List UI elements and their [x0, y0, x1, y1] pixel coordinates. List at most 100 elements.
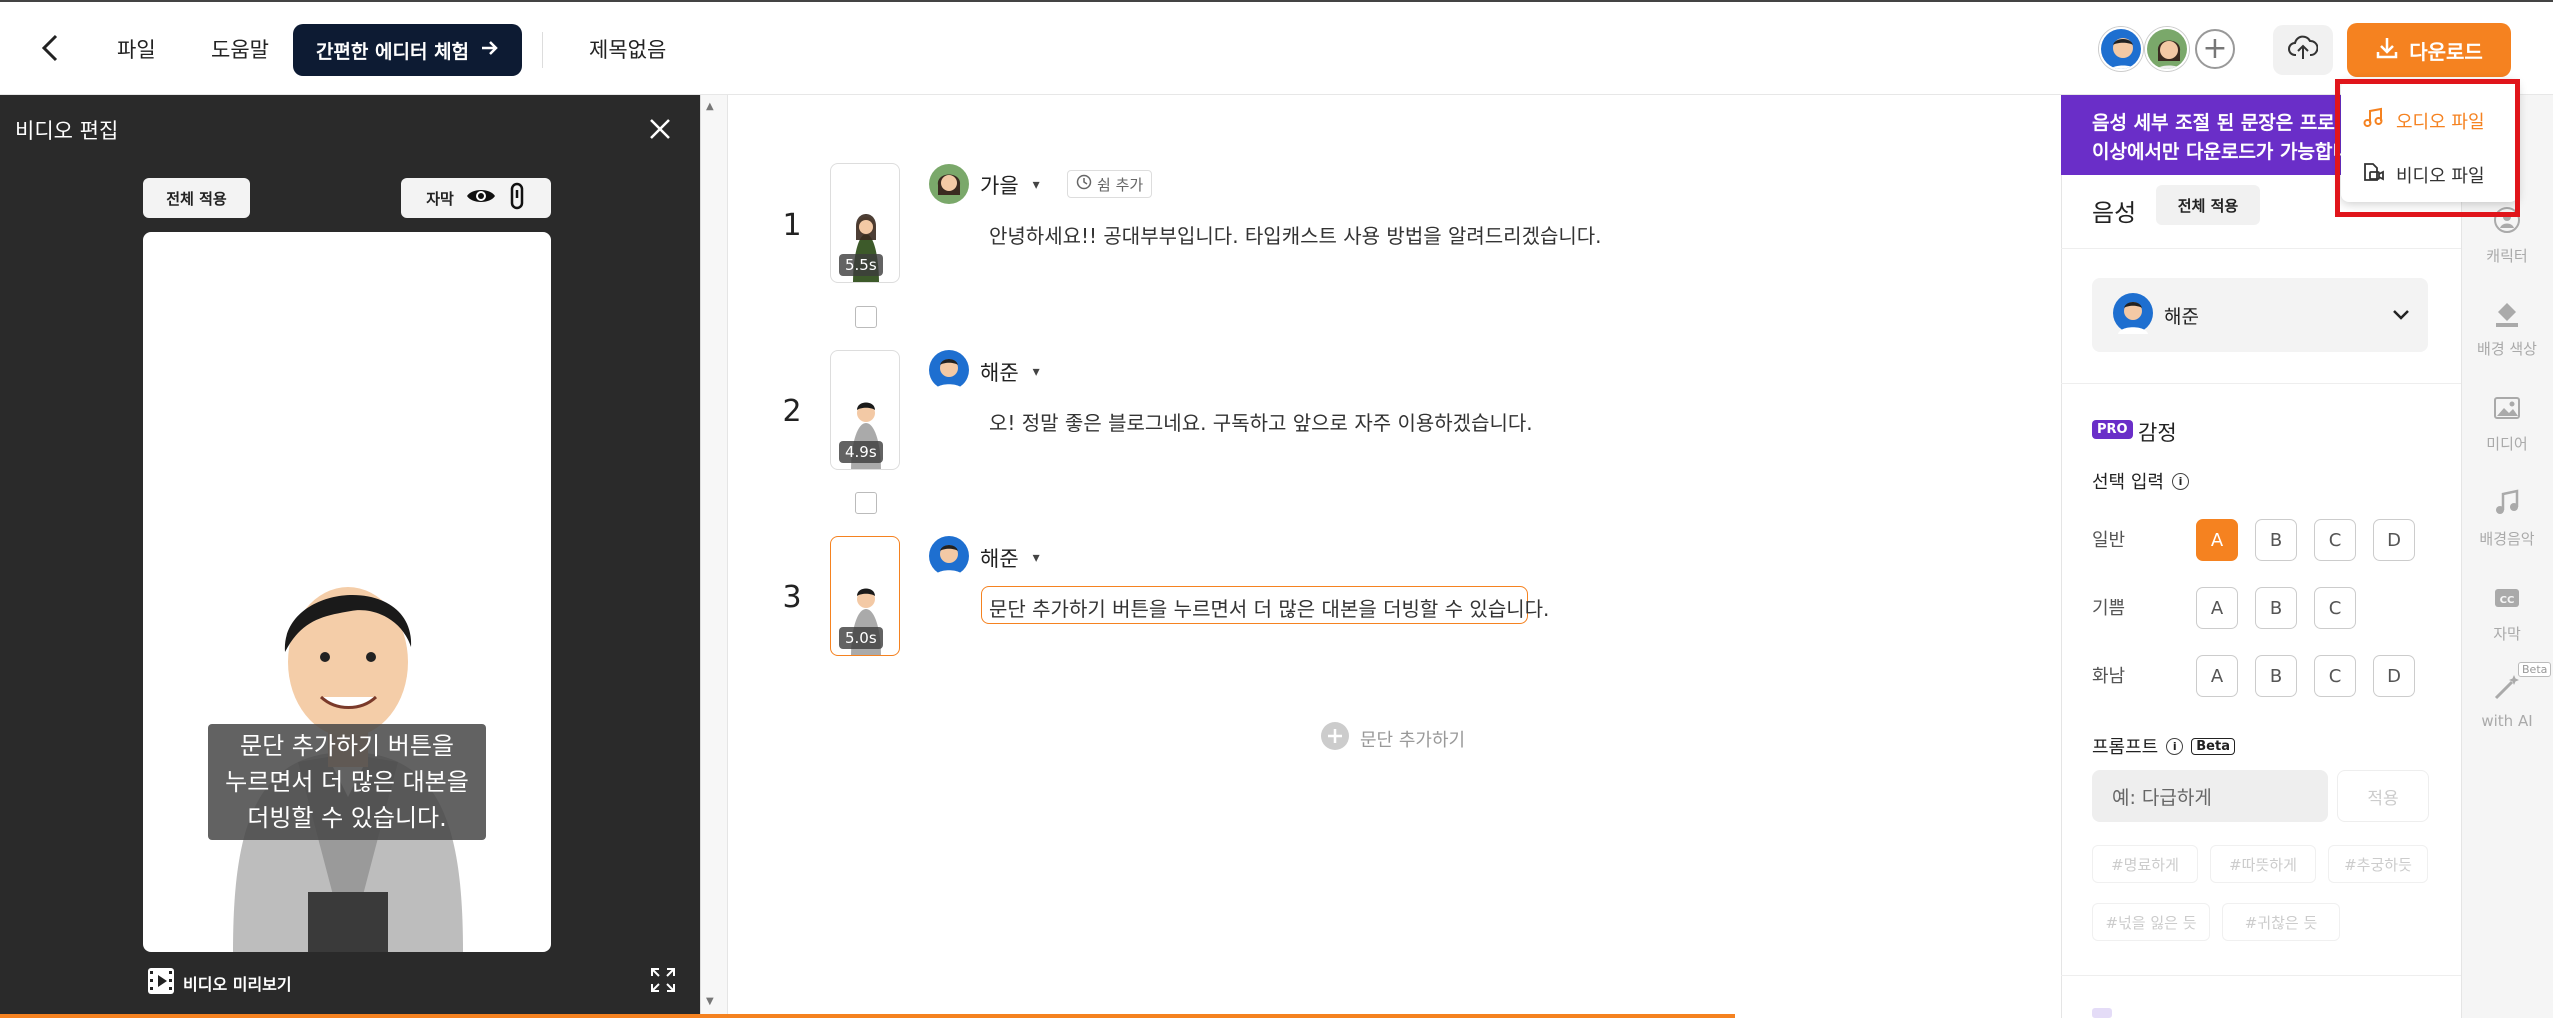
emotion-option[interactable]: D: [2373, 655, 2415, 697]
speaker-name: 해준: [980, 361, 1019, 385]
collaborator-avatar[interactable]: [2099, 27, 2143, 71]
caret-down-icon: ▾: [1032, 177, 1040, 193]
menu-help[interactable]: 도움말: [211, 34, 269, 64]
emotion-option[interactable]: C: [2314, 587, 2356, 629]
menu-file[interactable]: 파일: [117, 34, 156, 64]
close-icon[interactable]: [648, 113, 672, 147]
download-icon: [2375, 36, 2399, 65]
speaker-selector[interactable]: 해준 ▾: [980, 357, 1040, 387]
emotion-option[interactable]: A: [2196, 655, 2238, 697]
emotion-option[interactable]: B: [2255, 587, 2297, 629]
video-edit-title: 비디오 편집: [15, 119, 119, 143]
emotion-option[interactable]: A: [2196, 587, 2238, 629]
prompt-input[interactable]: 예: 다급하게: [2092, 770, 2328, 822]
prompt-chip[interactable]: #넋을 잃은 듯: [2092, 903, 2210, 941]
speaker-avatar: [928, 349, 970, 395]
row-number: 3: [782, 580, 802, 615]
easy-editor-label: 간편한 에디터 체험: [315, 40, 470, 63]
select-input-label: 선택 입력 i: [2092, 468, 2189, 494]
sidebar-item-bgm[interactable]: 배경음악: [2461, 488, 2553, 549]
scroll-down-icon[interactable]: ▼: [706, 996, 714, 1007]
divider: [2061, 383, 2461, 384]
emotion-option[interactable]: A: [2196, 519, 2238, 561]
eye-icon[interactable]: [466, 186, 496, 210]
transition-toggle[interactable]: [855, 306, 877, 328]
script-line-active[interactable]: 문단 추가하기 버튼을 누르면서 더 많은 대본을 더빙할 수 있습니다.: [989, 593, 1549, 622]
emotion-option[interactable]: B: [2255, 519, 2297, 561]
upload-button[interactable]: [2273, 25, 2333, 75]
prompt-apply-button[interactable]: 적용: [2337, 770, 2429, 822]
sidebar-item-with-ai[interactable]: Beta with AI: [2461, 662, 2553, 730]
add-paragraph-button[interactable]: 문단 추가하기: [1320, 721, 1465, 756]
back-icon[interactable]: [38, 32, 66, 68]
prompt-chip[interactable]: #명료하게: [2092, 845, 2198, 883]
easy-editor-button[interactable]: 간편한 에디터 체험: [293, 24, 522, 76]
duration-badge: 5.0s: [839, 627, 883, 649]
cloud-upload-icon: [2288, 35, 2319, 65]
script-line[interactable]: 오! 정말 좋은 블로그네요. 구독하고 앞으로 자주 이용하겠습니다.: [989, 407, 1533, 436]
sidebar-item-subtitles[interactable]: CC 자막: [2461, 583, 2553, 644]
prompt-chip[interactable]: #추궁하듯: [2328, 845, 2428, 883]
subtitle-style-icon[interactable]: [508, 182, 526, 214]
info-icon[interactable]: i: [2166, 737, 2184, 755]
duration-badge: 5.5s: [839, 254, 883, 276]
collaborator-avatar[interactable]: [2145, 27, 2189, 71]
speaker-avatar: [928, 163, 970, 209]
emotion-option[interactable]: D: [2373, 519, 2415, 561]
scene-thumbnail[interactable]: 4.9s: [830, 350, 900, 470]
voice-apply-all-button[interactable]: 전체 적용: [2156, 185, 2260, 225]
scene-thumbnail[interactable]: 5.0s: [830, 536, 900, 656]
prompt-chip[interactable]: #따뜻하게: [2210, 845, 2316, 883]
duration-badge: 4.9s: [839, 441, 883, 463]
fullscreen-icon[interactable]: [650, 967, 676, 997]
download-button[interactable]: 다운로드: [2347, 23, 2511, 77]
sidebar-item-background-color[interactable]: 배경 색상: [2461, 298, 2553, 359]
video-preview-label: 비디오 미리보기: [183, 975, 292, 994]
speaker-avatar: [928, 535, 970, 581]
add-pause-button[interactable]: 쉼 추가: [1067, 170, 1153, 198]
ai-wand-icon: Beta: [2492, 662, 2552, 706]
caret-down-icon: ▾: [1032, 550, 1040, 566]
video-preview[interactable]: 문단 추가하기 버튼을 누르면서 더 많은 대본을 더빙할 수 있습니다.: [143, 232, 551, 952]
sidebar-label: 자막: [2493, 625, 2521, 643]
script-line[interactable]: 안녕하세요!! 공대부부입니다. 타입캐스트 사용 방법을 알려드리겠습니다.: [989, 220, 1602, 249]
film-icon: [147, 967, 175, 999]
emotion-label: 기쁨: [2092, 598, 2126, 619]
beta-badge: Beta: [2518, 662, 2552, 677]
sidebar-label: 미디어: [2486, 435, 2528, 453]
sidebar-label: 캐릭터: [2486, 247, 2528, 265]
emotion-option[interactable]: C: [2314, 519, 2356, 561]
pro-badge: PRO: [2092, 420, 2133, 439]
divider: [2061, 248, 2461, 249]
info-icon[interactable]: i: [2171, 472, 2189, 490]
video-preview-toggle[interactable]: 비디오 미리보기: [147, 967, 292, 999]
apply-all-button[interactable]: 전체 적용: [143, 178, 250, 218]
scroll-up-icon[interactable]: ▲: [706, 101, 714, 112]
beta-badge: Beta: [2191, 737, 2235, 755]
add-collaborator-button[interactable]: +: [2195, 29, 2235, 69]
voice-speaker-name: 해준: [2164, 305, 2199, 328]
emotion-option[interactable]: B: [2255, 655, 2297, 697]
prompt-chip[interactable]: #귀찮은 듯: [2222, 903, 2340, 941]
transition-toggle[interactable]: [855, 492, 877, 514]
scene-thumbnail[interactable]: 5.5s: [830, 163, 900, 283]
select-input-text: 선택 입력: [2092, 472, 2164, 493]
highlight-box: [2335, 79, 2520, 217]
sidebar-label: 배경 색상: [2477, 340, 2537, 358]
speaker-selector[interactable]: 해준 ▾: [980, 543, 1040, 573]
toolbar-divider: [542, 32, 543, 68]
music-note-icon: [2492, 488, 2522, 522]
voice-speaker-select[interactable]: 해준: [2092, 278, 2428, 352]
video-edit-panel: 비디오 편집 전체 적용 자막 문단 추가하기 버튼을 누르면서 더 많은 대본…: [0, 95, 700, 1018]
emotion-label: 일반: [2092, 530, 2126, 551]
sidebar-item-media[interactable]: 미디어: [2461, 393, 2553, 454]
speaker-selector[interactable]: 가을 ▾: [980, 170, 1040, 200]
subtitle-controls: 자막: [401, 178, 551, 218]
document-title[interactable]: 제목없음: [589, 34, 666, 64]
panel-scrollbar[interactable]: [700, 95, 728, 1018]
emotion-option[interactable]: C: [2314, 655, 2356, 697]
progress-bar: [0, 1014, 1735, 1018]
add-paragraph-label: 문단 추가하기: [1360, 729, 1466, 751]
arrow-right-icon: [481, 39, 499, 61]
speaker-name: 가을: [980, 174, 1019, 198]
